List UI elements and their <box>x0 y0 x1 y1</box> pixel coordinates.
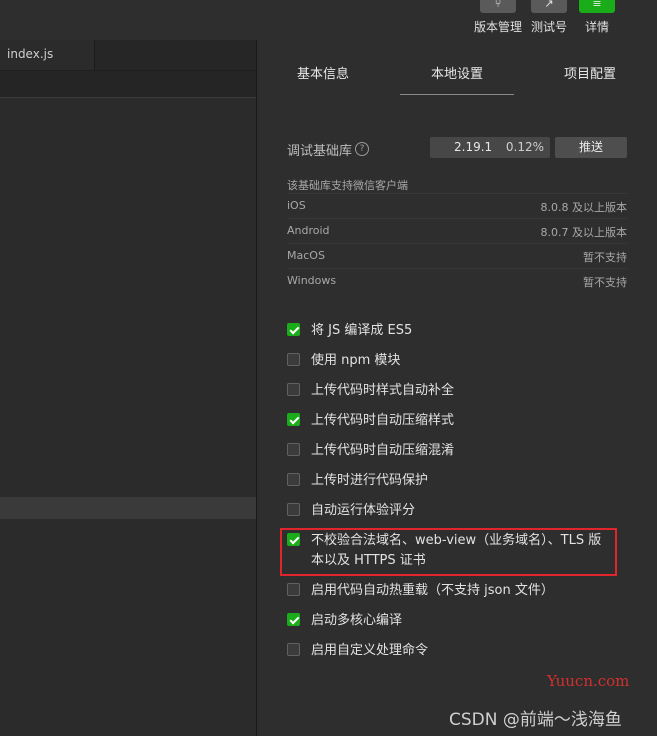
base-library-percent: 0.12% <box>505 140 544 154</box>
version-management-button[interactable]: ⑂ 版本管理 <box>474 0 522 38</box>
checkbox[interactable] <box>287 353 300 366</box>
option-label: 上传代码时自动压缩样式 <box>311 413 455 428</box>
highlight-annotation-box <box>280 528 617 576</box>
client-os: iOS <box>287 199 306 212</box>
client-os: Android <box>287 224 330 237</box>
details-button[interactable]: ≡ 详情 <box>573 0 621 38</box>
menu-icon: ≡ <box>579 0 615 13</box>
tab-project-config[interactable]: 项目配置 <box>564 63 616 82</box>
checkbox[interactable] <box>287 443 300 456</box>
top-toolbar: ⑂ 版本管理 ↗ 测试号 ≡ 详情 <box>0 0 657 40</box>
help-icon[interactable]: ? <box>355 142 369 156</box>
option-compile-es5[interactable]: 将 JS 编译成 ES5 <box>287 321 627 341</box>
option-custom-commands[interactable]: 启用自定义处理命令 <box>287 641 627 661</box>
checkbox[interactable] <box>287 583 300 596</box>
watermark-site: Yuucn.com <box>547 672 630 690</box>
client-row-android: Android 8.0.7 及以上版本 <box>287 218 627 243</box>
option-style-autoprefix[interactable]: 上传代码时样式自动补全 <box>287 381 627 401</box>
client-os: MacOS <box>287 249 325 262</box>
option-label: 上传时进行代码保护 <box>311 473 429 488</box>
external-link-icon: ↗ <box>531 0 567 13</box>
editor-breadcrumb-bar <box>0 71 257 98</box>
push-button[interactable]: 推送 <box>555 137 627 158</box>
base-library-version: 2.19.1 <box>454 140 493 154</box>
client-requirement: 暂不支持 <box>583 251 627 264</box>
details-panel: 基本信息 本地设置 项目配置 调试基础库 ? 2.19.1 0.12% 推送 该… <box>257 40 657 736</box>
option-multi-core-compile[interactable]: 启动多核心编译 <box>287 611 627 631</box>
file-tab-label: index.js <box>7 47 54 61</box>
client-requirement: 8.0.7 及以上版本 <box>540 226 628 239</box>
checkbox[interactable] <box>287 413 300 426</box>
option-minify-style[interactable]: 上传代码时自动压缩样式 <box>287 411 627 431</box>
client-row-ios: iOS 8.0.8 及以上版本 <box>287 193 627 218</box>
option-label: 使用 npm 模块 <box>311 353 401 368</box>
tab-local-settings[interactable]: 本地设置 <box>431 63 483 82</box>
checkbox[interactable] <box>287 503 300 516</box>
option-hot-reload[interactable]: 启用代码自动热重载（不支持 json 文件） <box>287 581 627 601</box>
option-code-protect[interactable]: 上传时进行代码保护 <box>287 471 627 491</box>
file-tab-index-js[interactable]: index.js <box>0 40 95 70</box>
editor-area: index.js <box>0 40 257 736</box>
editor-tab-bar: index.js <box>0 40 257 71</box>
editor-highlighted-line <box>0 497 257 519</box>
option-label: 自动运行体验评分 <box>311 503 416 518</box>
option-minify-obfuscate[interactable]: 上传代码时自动压缩混淆 <box>287 441 627 461</box>
base-library-label: 调试基础库 <box>287 144 353 159</box>
option-label: 将 JS 编译成 ES5 <box>311 323 413 338</box>
watermark-author: CSDN @前端～浅海鱼 <box>449 710 622 730</box>
branch-icon: ⑂ <box>480 0 516 13</box>
tab-basic-info[interactable]: 基本信息 <box>297 63 349 82</box>
support-note: 该基础库支持微信客户端 <box>287 179 408 192</box>
checkbox[interactable] <box>287 383 300 396</box>
option-label: 启用代码自动热重载（不支持 json 文件） <box>311 583 554 598</box>
client-os: Windows <box>287 274 337 287</box>
option-auto-audit[interactable]: 自动运行体验评分 <box>287 501 627 521</box>
checkbox[interactable] <box>287 473 300 486</box>
active-tab-indicator <box>400 94 514 95</box>
client-requirement: 8.0.8 及以上版本 <box>540 201 628 214</box>
option-npm-module[interactable]: 使用 npm 模块 <box>287 351 627 371</box>
client-row-windows: Windows 暂不支持 <box>287 268 627 293</box>
checkbox[interactable] <box>287 643 300 656</box>
test-account-button[interactable]: ↗ 测试号 <box>525 0 573 38</box>
option-label: 上传代码时自动压缩混淆 <box>311 443 455 458</box>
client-row-macos: MacOS 暂不支持 <box>287 243 627 268</box>
base-library-version-select[interactable]: 2.19.1 0.12% <box>430 137 550 158</box>
checkbox[interactable] <box>287 323 300 336</box>
option-label: 上传代码时样式自动补全 <box>311 383 455 398</box>
details-label: 详情 <box>584 20 609 34</box>
client-requirement: 暂不支持 <box>583 276 627 289</box>
option-label: 启动多核心编译 <box>311 613 403 628</box>
option-label: 启用自定义处理命令 <box>311 643 429 658</box>
checkbox[interactable] <box>287 613 300 626</box>
